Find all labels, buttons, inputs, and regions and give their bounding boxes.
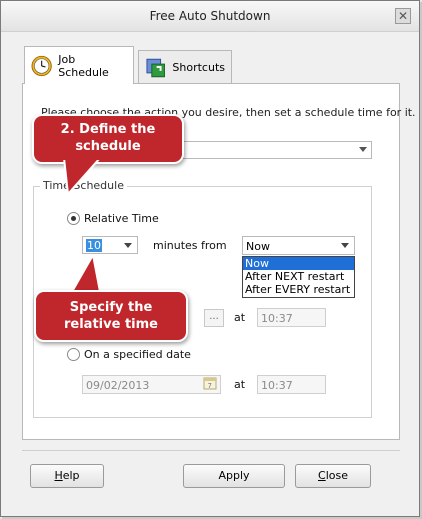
everyday-at-label: at (234, 311, 246, 324)
relative-time-radio[interactable] (67, 212, 80, 225)
minutes-value: 10 (86, 239, 102, 252)
close-button[interactable]: Close (295, 464, 371, 488)
tab-shortcuts[interactable]: Shortcuts (138, 50, 232, 84)
browse-button[interactable]: ... (204, 309, 224, 327)
tab-job-schedule[interactable]: Job Schedule (24, 46, 134, 84)
help-label-rest: elp (62, 469, 80, 482)
close-mnemonic: C (318, 469, 326, 482)
specified-time-value: 10:37 (261, 379, 293, 392)
from-option-every-restart[interactable]: After EVERY restart (243, 283, 354, 296)
define-schedule-callout: 2. Define the schedule (32, 114, 184, 164)
specified-time-field[interactable]: 10:37 (257, 375, 326, 394)
specify-callout-line2: relative time (64, 317, 158, 332)
minutes-from-label: minutes from (153, 239, 227, 252)
calendar-icon[interactable]: 7 (203, 376, 217, 390)
specify-relative-callout: Specify the relative time (34, 290, 188, 342)
help-button[interactable]: Help (30, 464, 104, 488)
specified-date-radio[interactable] (67, 348, 80, 361)
close-window-button[interactable]: ✕ (395, 8, 411, 24)
from-selected: Now (246, 240, 270, 253)
window-title: Free Auto Shutdown (149, 9, 271, 23)
from-option-next-restart[interactable]: After NEXT restart (243, 270, 354, 283)
define-callout-line2: schedule (75, 139, 141, 154)
svg-text:7: 7 (208, 382, 212, 390)
help-mnemonic: H (54, 469, 63, 482)
footer-divider (22, 450, 400, 451)
minutes-dropdown[interactable]: 10 (82, 236, 138, 254)
specify-callout-line1: Specify the (69, 300, 153, 315)
date-field[interactable]: 09/02/2013 (82, 375, 221, 394)
chevron-down-icon (359, 147, 367, 152)
title-bar: Free Auto Shutdown ✕ (1, 1, 419, 32)
apply-button[interactable]: Apply (183, 464, 285, 488)
from-dropdown[interactable]: Now (242, 236, 355, 255)
specified-at-label: at (234, 378, 246, 391)
everyday-time-value: 10:37 (261, 312, 293, 325)
define-callout-pointer (62, 158, 103, 197)
date-value: 09/02/2013 (86, 379, 150, 392)
chevron-down-icon (341, 243, 349, 248)
shortcut-icon (146, 58, 165, 77)
clock-icon (31, 55, 52, 76)
tab-job-schedule-label: Job Schedule (58, 52, 109, 79)
relative-time-label: Relative Time (84, 212, 159, 225)
everyday-time-field[interactable]: 10:37 (257, 308, 326, 327)
chevron-down-icon (124, 243, 132, 248)
close-label-rest: lose (325, 469, 348, 482)
from-options-list: Now After NEXT restart After EVERY resta… (242, 256, 355, 298)
specified-date-label: On a specified date (84, 348, 191, 361)
from-option-now[interactable]: Now (243, 257, 354, 270)
tab-shortcuts-label: Shortcuts (172, 61, 225, 74)
close-icon: ✕ (397, 9, 409, 23)
define-callout-line1: 2. Define the (60, 122, 156, 137)
